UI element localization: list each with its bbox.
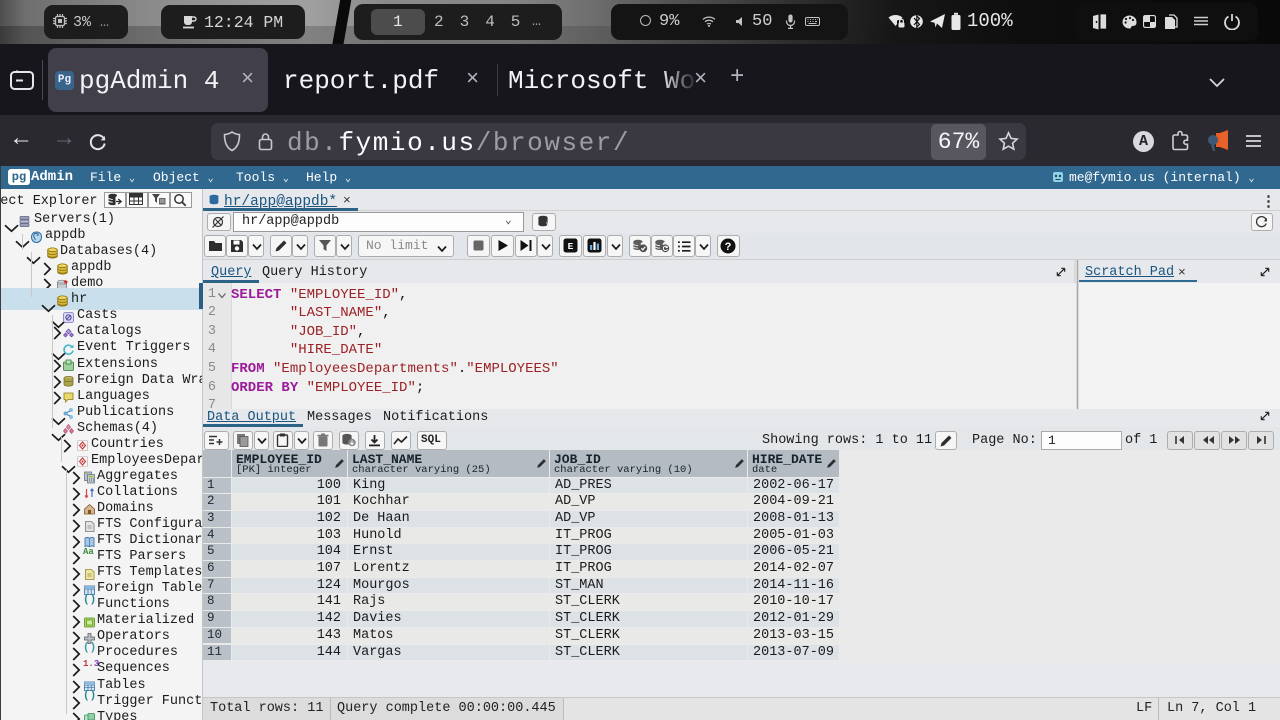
svg-text:?: ? — [725, 242, 732, 254]
svg-text:E: E — [568, 241, 574, 252]
